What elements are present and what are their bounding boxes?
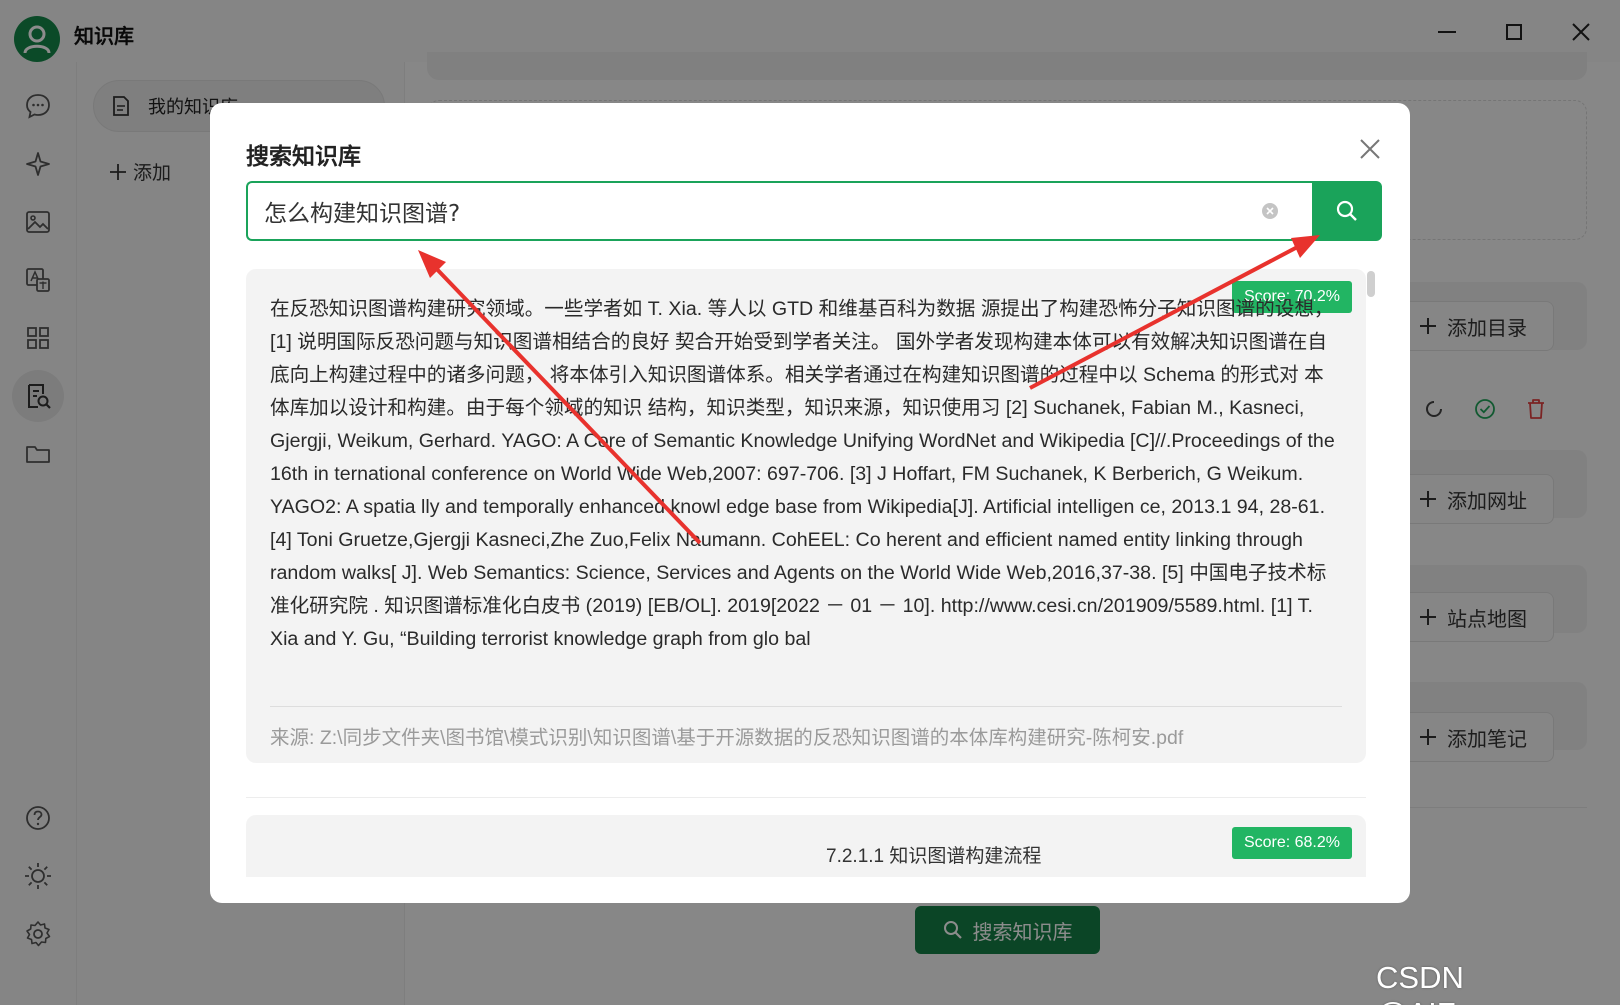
result-item: Score: 68.2% 7.2.1.1 知识图谱构建流程 bbox=[246, 815, 1366, 877]
score-badge: Score: 68.2% bbox=[1231, 827, 1352, 859]
csdn-watermark: CSDN @AIFarmer bbox=[1376, 960, 1537, 1005]
result-source: 来源: Z:\同步文件夹\图书馆\模式识别\知识图谱\基于开源数据的反恐知识图谱… bbox=[270, 727, 1184, 749]
search-results-list: Score: 70.2% 在反恐知识图谱构建研究领域。一些学者如 T. Xia.… bbox=[246, 269, 1366, 877]
result-item: Score: 70.2% 在反恐知识图谱构建研究领域。一些学者如 T. Xia.… bbox=[246, 269, 1366, 763]
clear-input-icon[interactable] bbox=[1260, 201, 1280, 221]
result-separator bbox=[246, 797, 1366, 798]
results-scrollbar[interactable] bbox=[1367, 271, 1375, 297]
dialog-title: 搜索知识库 bbox=[246, 144, 361, 170]
search-dialog: 搜索知识库 Score: 70.2% 在反恐知识图谱构建研究领域。一些学者如 T… bbox=[210, 103, 1410, 903]
dialog-close-icon[interactable] bbox=[1350, 129, 1390, 169]
result-text: 7.2.1.1 知识图谱构建流程 bbox=[826, 846, 1042, 867]
result-divider bbox=[270, 706, 1342, 707]
result-text: 在反恐知识图谱构建研究领域。一些学者如 T. Xia. 等人以 GTD 和维基百… bbox=[270, 298, 1335, 650]
search-submit-button[interactable] bbox=[1312, 181, 1382, 241]
search-bar bbox=[246, 181, 1382, 241]
search-icon bbox=[1336, 200, 1357, 221]
search-input[interactable] bbox=[246, 181, 1312, 241]
